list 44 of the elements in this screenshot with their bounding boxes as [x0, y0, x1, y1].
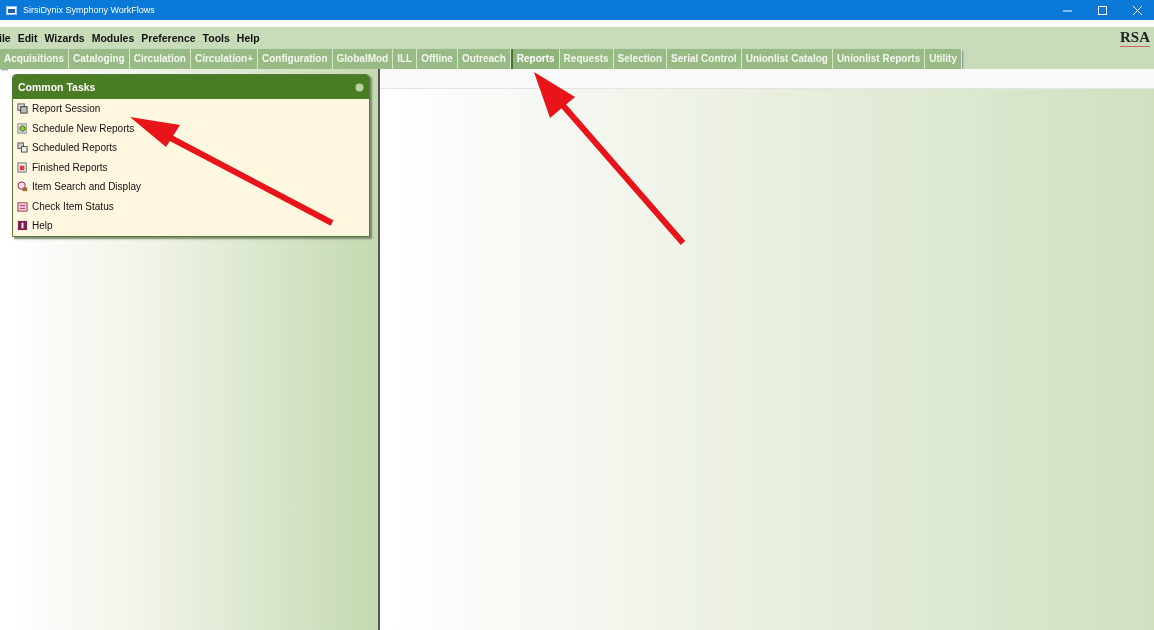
panel-title: Common Tasks — [18, 81, 96, 93]
module-tab[interactable]: Unionlist Catalog — [741, 48, 833, 69]
module-tab[interactable]: Offline — [417, 48, 458, 69]
module-tab[interactable]: Circulation — [129, 48, 191, 69]
magnifier-icon — [17, 181, 28, 193]
task-link[interactable]: Scheduled Reports — [13, 138, 369, 158]
help-icon — [17, 220, 28, 232]
document-icon — [17, 122, 28, 134]
module-tab[interactable]: Circulation+ — [190, 48, 258, 69]
module-tab[interactable]: Utility — [925, 48, 962, 69]
task-link[interactable]: Finished Reports — [13, 157, 369, 177]
module-tab[interactable]: Configuration — [258, 48, 333, 69]
document-icon — [17, 161, 28, 173]
module-tab[interactable]: ILL — [393, 48, 418, 69]
menu-item[interactable]: Edit — [17, 31, 38, 44]
module-tab[interactable]: GlobalMod — [332, 48, 394, 69]
module-tab[interactable]: Acquisitions — [0, 48, 69, 69]
menu-item[interactable]: Help — [236, 31, 260, 44]
collapse-icon[interactable] — [355, 82, 364, 92]
close-icon[interactable] — [1133, 5, 1142, 15]
module-tab[interactable]: Outreach — [457, 48, 511, 69]
module-tab[interactable]: Unionlist Reports — [832, 48, 926, 69]
task-link[interactable]: Schedule New Reports — [13, 118, 369, 138]
module-tab[interactable]: Selection — [613, 48, 668, 69]
documents-icon — [17, 103, 28, 115]
app-icon — [6, 5, 17, 15]
maximize-icon[interactable] — [1098, 5, 1107, 15]
module-tab[interactable]: Reports — [510, 48, 560, 69]
menu-item[interactable]: Modules — [91, 31, 135, 44]
menu-item[interactable]: Tools — [202, 31, 230, 44]
module-tab[interactable]: Requests — [559, 48, 614, 69]
task-link[interactable]: Report Session — [13, 99, 369, 119]
module-tab[interactable]: Cataloging — [69, 48, 130, 69]
module-tab[interactable]: Serial Control — [667, 48, 742, 69]
logo: RSA — [1120, 28, 1150, 47]
window-title: SirsiDynix Symphony WorkFlows — [23, 5, 156, 15]
task-link[interactable]: Help — [13, 216, 369, 236]
task-link[interactable]: Check Item Status — [13, 196, 369, 216]
menu-item[interactable]: Wizards — [44, 31, 85, 44]
menu-item[interactable]: Preference — [141, 31, 196, 44]
documents-icon — [17, 142, 28, 154]
box-icon — [17, 200, 28, 212]
task-link[interactable]: Item Search and Display — [13, 177, 369, 197]
menu-item[interactable]: ile — [0, 31, 11, 44]
